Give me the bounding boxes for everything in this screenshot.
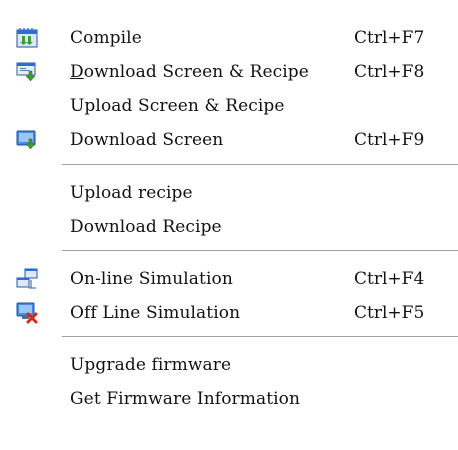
menu-separator — [62, 250, 458, 252]
menu-item-shortcut: Ctrl+F9 — [354, 130, 425, 150]
compile-icon — [16, 27, 38, 49]
download-screen-icon — [16, 129, 38, 151]
download-screen-recipe-icon — [16, 61, 38, 83]
mnemonic-d: D — [70, 62, 84, 82]
menu-item-label: Download Recipe — [70, 217, 222, 237]
menu-item-compile[interactable]: Compile Ctrl+F7 — [0, 21, 458, 55]
menu-item-download-recipe[interactable]: Download Recipe — [0, 210, 458, 244]
offline-simulation-icon — [16, 302, 38, 324]
menu-item-label: Off Line Simulation — [70, 303, 241, 323]
menu-item-label: Compile — [70, 28, 142, 48]
menu-separator — [62, 336, 458, 338]
menu-item-upload-screen-recipe[interactable]: Upload Screen & Recipe — [0, 89, 458, 123]
context-menu: Compile Ctrl+F7 Download Screen & Recipe… — [0, 0, 458, 450]
menu-item-shortcut: Ctrl+F7 — [354, 28, 425, 48]
online-simulation-icon — [16, 268, 38, 290]
menu-item-upload-recipe[interactable]: Upload recipe — [0, 176, 458, 210]
menu-item-get-firmware-information[interactable]: Get Firmware Information — [0, 382, 458, 416]
menu-item-download-screen[interactable]: Download Screen Ctrl+F9 — [0, 123, 458, 157]
menu-item-shortcut: Ctrl+F4 — [354, 269, 425, 289]
menu-item-label: Upload recipe — [70, 183, 193, 203]
menu-item-online-simulation[interactable]: On-line Simulation Ctrl+F4 — [0, 262, 458, 296]
menu-item-upgrade-firmware[interactable]: Upgrade firmware — [0, 348, 458, 382]
menu-item-label-rest: ownload Screen & Recipe — [83, 62, 309, 82]
menu-item-offline-simulation[interactable]: Off Line Simulation Ctrl+F5 — [0, 296, 458, 330]
menu-item-label: Download Screen & Recipe — [70, 62, 309, 82]
menu-item-shortcut: Ctrl+F8 — [354, 62, 425, 82]
menu-item-label: Upgrade firmware — [70, 355, 232, 375]
menu-separator — [62, 164, 458, 166]
menu-item-label: Download Screen — [70, 130, 224, 150]
menu-item-download-screen-recipe[interactable]: Download Screen & Recipe Ctrl+F8 — [0, 55, 458, 89]
menu-item-shortcut: Ctrl+F5 — [354, 303, 425, 323]
menu-item-label: Get Firmware Information — [70, 389, 301, 409]
menu-item-label: On-line Simulation — [70, 269, 233, 289]
menu-item-label: Upload Screen & Recipe — [70, 96, 285, 116]
